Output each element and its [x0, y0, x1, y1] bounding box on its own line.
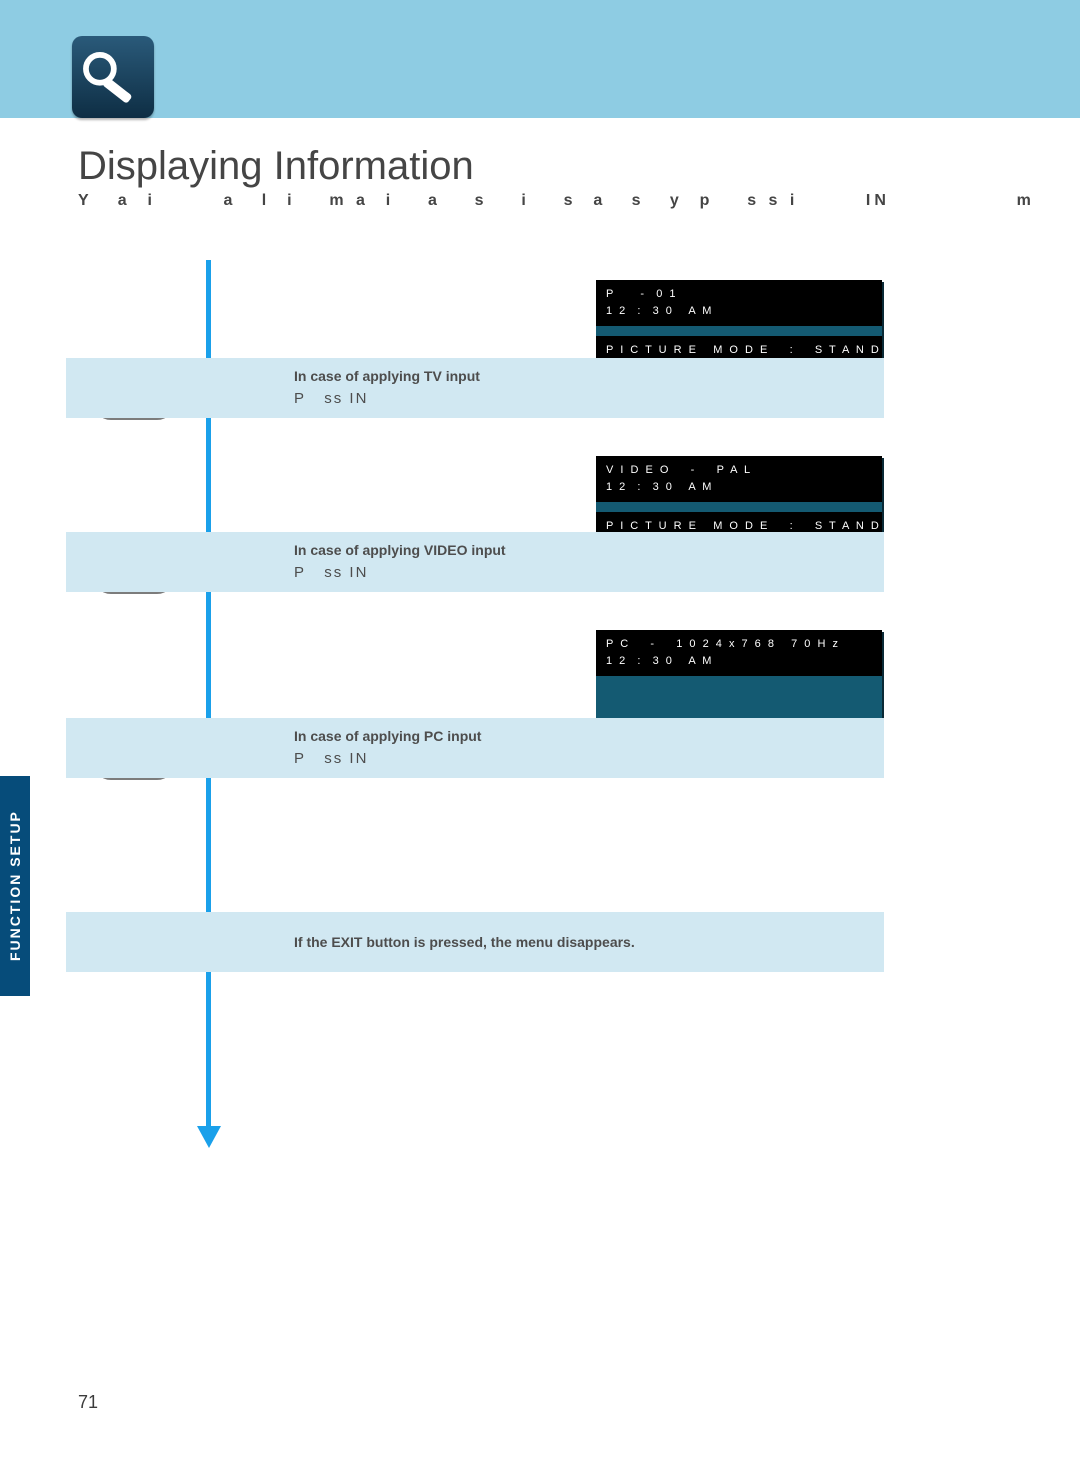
header-band — [0, 0, 1080, 118]
section-tab: FUNCTION SETUP — [0, 776, 30, 996]
wrench-icon — [72, 36, 154, 118]
step-2-sub: P ss IN — [294, 564, 368, 581]
flow-arrow-head — [197, 1126, 221, 1148]
osd-tv-top: P - 0 1 1 2 : 3 0 A M — [596, 280, 882, 326]
step-3-sub: P ss IN — [294, 750, 368, 767]
step-2-heading: In case of applying VIDEO input — [294, 542, 506, 558]
step-row-exit: If the EXIT button is pressed, the menu … — [66, 912, 884, 972]
step-3-heading: In case of applying PC input — [294, 728, 481, 744]
step-row-3: In case of applying PC input P ss IN — [66, 718, 884, 778]
page-subtitle: Y a i a l i m a i a s i s a s y p s s i … — [78, 192, 1080, 210]
step-1-sub: P ss IN — [294, 390, 368, 407]
osd-pc-top: P C - 1 0 2 4 x 7 6 8 7 0 H z 1 2 : 3 0 … — [596, 630, 882, 676]
page-number: 71 — [78, 1392, 98, 1413]
page-title: Displaying Information — [78, 144, 474, 189]
step-1-heading: In case of applying TV input — [294, 368, 480, 384]
step-row-2: In case of applying VIDEO input P ss IN — [66, 532, 884, 592]
exit-text: If the EXIT button is pressed, the menu … — [294, 934, 635, 950]
osd-video-top: V I D E O - P A L 1 2 : 3 0 A M — [596, 456, 882, 502]
step-row-1: In case of applying TV input P ss IN — [66, 358, 884, 418]
